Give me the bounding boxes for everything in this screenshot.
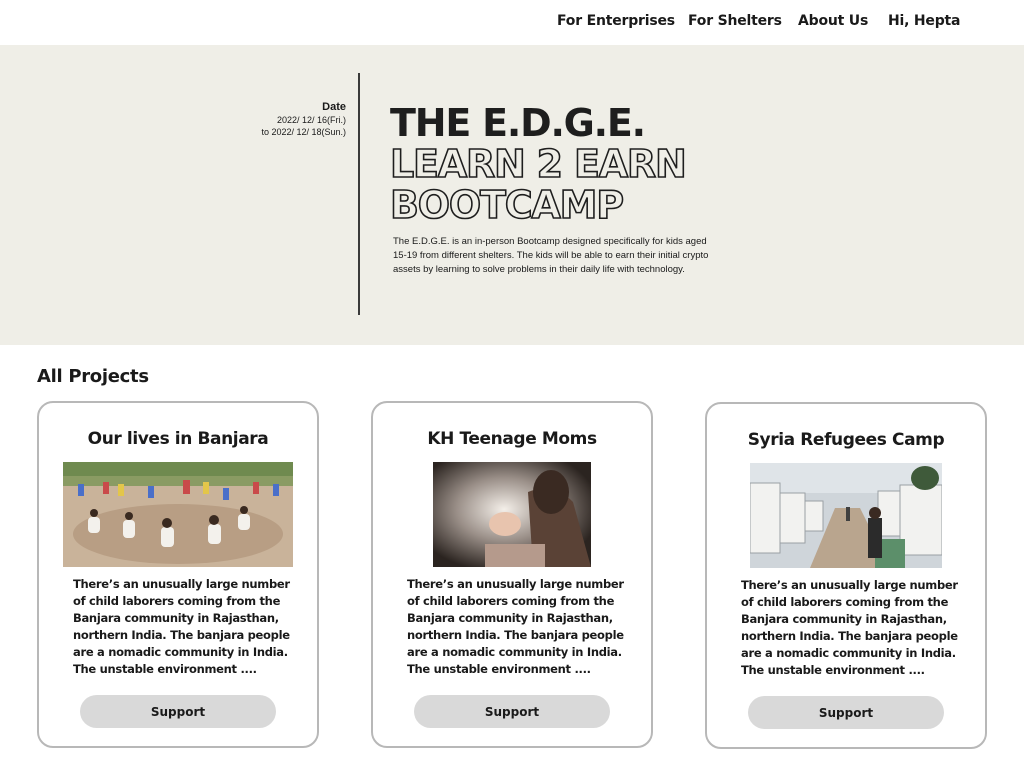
hero-title-line-1: THE E.D.G.E. [390, 101, 646, 145]
nav-user-greeting[interactable]: Hi, Hepta [888, 13, 960, 29]
project-image-refugee-camp [750, 463, 942, 568]
date-end: to 2022/ 12/ 18(Sun.) [261, 127, 346, 137]
project-card-kh-teenage-moms: KH Teenage Moms There’s an unusually lar… [371, 401, 653, 748]
nav-about-us[interactable]: About Us [798, 13, 868, 29]
project-card-banjara: Our lives in Banjara There’s an unusuall… [37, 401, 319, 748]
project-description: There’s an unusually large number of chi… [407, 577, 624, 676]
date-label: Date [322, 101, 346, 113]
project-card-syria-refugees: Syria Refugees Camp There’s an unusually… [705, 402, 987, 749]
event-date-block: Date 2022/ 12/ 16(Fri.) to 2022/ 12/ 18(… [261, 101, 346, 138]
nav-for-enterprises[interactable]: For Enterprises [557, 13, 675, 29]
hero-title-line-3: BOOTCAMP [389, 183, 625, 227]
hero-description: The E.D.G.E. is an in-person Bootcamp de… [393, 236, 709, 275]
support-button[interactable]: Support [748, 696, 944, 729]
hero-title-line-2: LEARN 2 EARN [389, 142, 687, 186]
top-nav: For Enterprises For Shelters About Us Hi… [0, 0, 1024, 45]
project-image-teenage-moms [433, 462, 591, 567]
hero-title: THE E.D.G.E. LEARN 2 EARN BOOTCAMP [389, 101, 687, 227]
support-button[interactable]: Support [414, 695, 610, 728]
hero-divider [358, 73, 360, 315]
project-image-banjara [63, 462, 293, 567]
date-start: 2022/ 12/ 16(Fri.) [276, 115, 346, 125]
project-title: Our lives in Banjara [87, 429, 269, 449]
project-description: There’s an unusually large number of chi… [741, 578, 958, 677]
section-title-all-projects: All Projects [37, 366, 149, 387]
support-button[interactable]: Support [80, 695, 276, 728]
hero-banner: Date 2022/ 12/ 16(Fri.) to 2022/ 12/ 18(… [0, 45, 1024, 345]
project-title: KH Teenage Moms [427, 429, 597, 449]
project-description: There’s an unusually large number of chi… [73, 577, 290, 676]
nav-for-shelters[interactable]: For Shelters [688, 13, 782, 29]
project-title: Syria Refugees Camp [747, 430, 945, 450]
